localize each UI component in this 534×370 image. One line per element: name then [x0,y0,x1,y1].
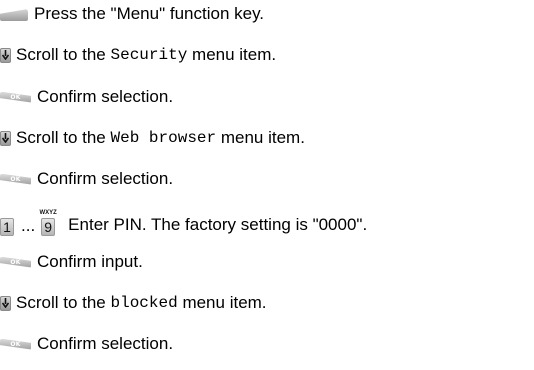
step-text: Confirm selection. [37,87,174,106]
scroll-key-icon [0,47,11,63]
step-confirm-selection: OK Confirm selection. [0,332,173,356]
ok-key-icon: OK [0,338,31,350]
step-press-menu: Press the "Menu" function key. [0,2,264,26]
menu-item-name: Security [110,46,188,64]
step-text-before: Scroll to the [16,128,111,147]
step-text: Confirm selection. [37,169,174,188]
step-scroll-security: Scroll to the Security menu item. [0,43,276,67]
scroll-key-icon [0,295,11,311]
number-key-1-icon: 1 [0,218,14,236]
ok-key-icon: OK [0,173,31,185]
step-text-after: menu item. [177,293,267,312]
step-text-before: Scroll to the [16,293,111,312]
step-text-before: Scroll to the [16,45,111,64]
number-key-9-icon: WXYZ 9 [39,210,57,236]
step-enter-pin: 1 ... WXYZ 9 Enter PIN. The factory setti… [0,208,367,236]
step-confirm-selection: OK Confirm selection. [0,85,173,109]
ok-key-icon: OK [0,256,31,268]
step-scroll-web-browser: Scroll to the Web browser menu item. [0,126,305,150]
step-confirm-input: OK Confirm input. [0,250,143,274]
range-separator: ... [21,216,36,235]
step-text: Confirm selection. [37,334,174,353]
step-scroll-blocked: Scroll to the blocked menu item. [0,291,267,315]
ok-key-icon: OK [0,91,31,103]
step-text: Confirm input. [37,252,143,271]
step-text-after: menu item. [216,128,305,147]
menu-key-icon [0,9,28,21]
step-confirm-selection: OK Confirm selection. [0,167,173,191]
step-text-after: menu item. [187,45,277,64]
menu-item-name: Web browser [110,129,217,147]
step-text: Press the "Menu" function key. [34,4,265,23]
menu-item-name: blocked [110,294,178,312]
step-text: Enter PIN. The factory setting is "0000"… [68,215,368,234]
scroll-key-icon [0,130,11,146]
